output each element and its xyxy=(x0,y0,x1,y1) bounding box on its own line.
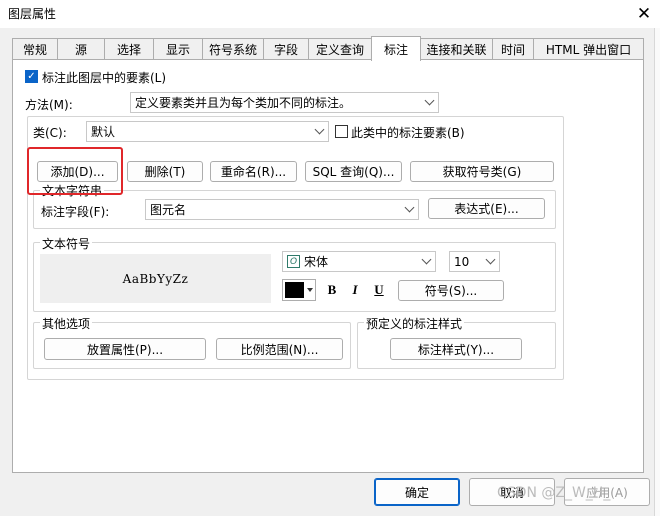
method-dropdown-value: 定义要素类并且为每个类加不同的标注。 xyxy=(135,96,352,110)
chevron-down-icon xyxy=(404,202,415,212)
class-dropdown-value: 默认 xyxy=(91,125,116,139)
tab-display[interactable]: 显示 xyxy=(153,38,203,60)
chevron-down-icon xyxy=(314,124,325,134)
opentype-font-icon: O xyxy=(287,255,300,268)
font-size-value: 10 xyxy=(454,254,470,269)
label-field-label: 标注字段(F): xyxy=(41,205,110,219)
symbol-button[interactable]: 符号(S)... xyxy=(398,280,504,301)
label-styles-button[interactable]: 标注样式(Y)... xyxy=(390,338,522,360)
sql-query-button[interactable]: SQL 查询(Q)... xyxy=(305,161,402,182)
tab-html-popup[interactable]: HTML 弹出窗口 xyxy=(533,38,644,60)
background-window-edge xyxy=(654,28,660,516)
ok-button[interactable]: 确定 xyxy=(374,478,460,506)
highlight-annotation xyxy=(27,147,123,195)
label-layer-checkbox[interactable]: ✓ xyxy=(25,70,38,83)
tab-selection[interactable]: 选择 xyxy=(104,38,154,60)
method-label: 方法(M): xyxy=(25,98,73,112)
delete-class-button[interactable]: 删除(T) xyxy=(127,161,203,182)
method-dropdown[interactable]: 定义要素类并且为每个类加不同的标注。 xyxy=(130,92,439,113)
title-bar xyxy=(0,0,660,28)
predefined-styles-group-label: 预定义的标注样式 xyxy=(364,315,465,332)
label-field-value: 图元名 xyxy=(150,203,187,217)
window-title: 图层属性 xyxy=(8,7,57,21)
font-value: 宋体 xyxy=(304,255,329,269)
symbol-preview: AaBbYyZz xyxy=(40,254,271,303)
get-symbol-classes-button[interactable]: 获取符号类(G) xyxy=(410,161,554,182)
tab-general[interactable]: 常规 xyxy=(12,38,58,60)
chevron-down-icon xyxy=(421,254,432,264)
tab-fields[interactable]: 字段 xyxy=(263,38,309,60)
font-dropdown[interactable]: O 宋体 xyxy=(282,251,436,272)
tab-time[interactable]: 时间 xyxy=(492,38,534,60)
watermark: CSDN @Z_W_H_ xyxy=(497,485,611,501)
bold-button[interactable]: B xyxy=(321,279,343,301)
class-features-only-checkbox[interactable] xyxy=(335,125,348,138)
label-field-dropdown[interactable]: 图元名 xyxy=(145,199,419,220)
text-symbol-group-label: 文本符号 xyxy=(40,235,93,252)
chevron-down-icon xyxy=(424,95,435,105)
class-dropdown[interactable]: 默认 xyxy=(86,121,329,142)
underline-button[interactable]: U xyxy=(368,279,390,301)
italic-button[interactable]: I xyxy=(344,279,366,301)
tab-source[interactable]: 源 xyxy=(57,38,105,60)
triangle-down-icon xyxy=(307,288,313,292)
close-icon[interactable]: ✕ xyxy=(628,0,660,28)
tab-definition-query[interactable]: 定义查询 xyxy=(308,38,372,60)
label-layer-checkbox-label: 标注此图层中的要素(L) xyxy=(42,71,167,85)
color-swatch xyxy=(285,282,304,298)
rename-class-button[interactable]: 重命名(R)... xyxy=(210,161,297,182)
expression-button[interactable]: 表达式(E)... xyxy=(428,198,545,219)
color-picker-button[interactable] xyxy=(282,279,316,301)
class-features-only-checkbox-label: 此类中的标注要素(B) xyxy=(351,126,465,140)
other-options-group-label: 其他选项 xyxy=(40,315,93,332)
class-label: 类(C): xyxy=(33,126,67,140)
tab-labels[interactable]: 标注 xyxy=(371,36,421,61)
font-size-dropdown[interactable]: 10 xyxy=(449,251,500,272)
tab-symbology[interactable]: 符号系统 xyxy=(202,38,264,60)
symbol-preview-text: AaBbYyZz xyxy=(122,271,189,286)
tab-joins-relates[interactable]: 连接和关联 xyxy=(420,38,493,60)
placement-properties-button[interactable]: 放置属性(P)... xyxy=(44,338,206,360)
scale-range-button[interactable]: 比例范围(N)... xyxy=(216,338,343,360)
chevron-down-icon xyxy=(485,254,496,264)
